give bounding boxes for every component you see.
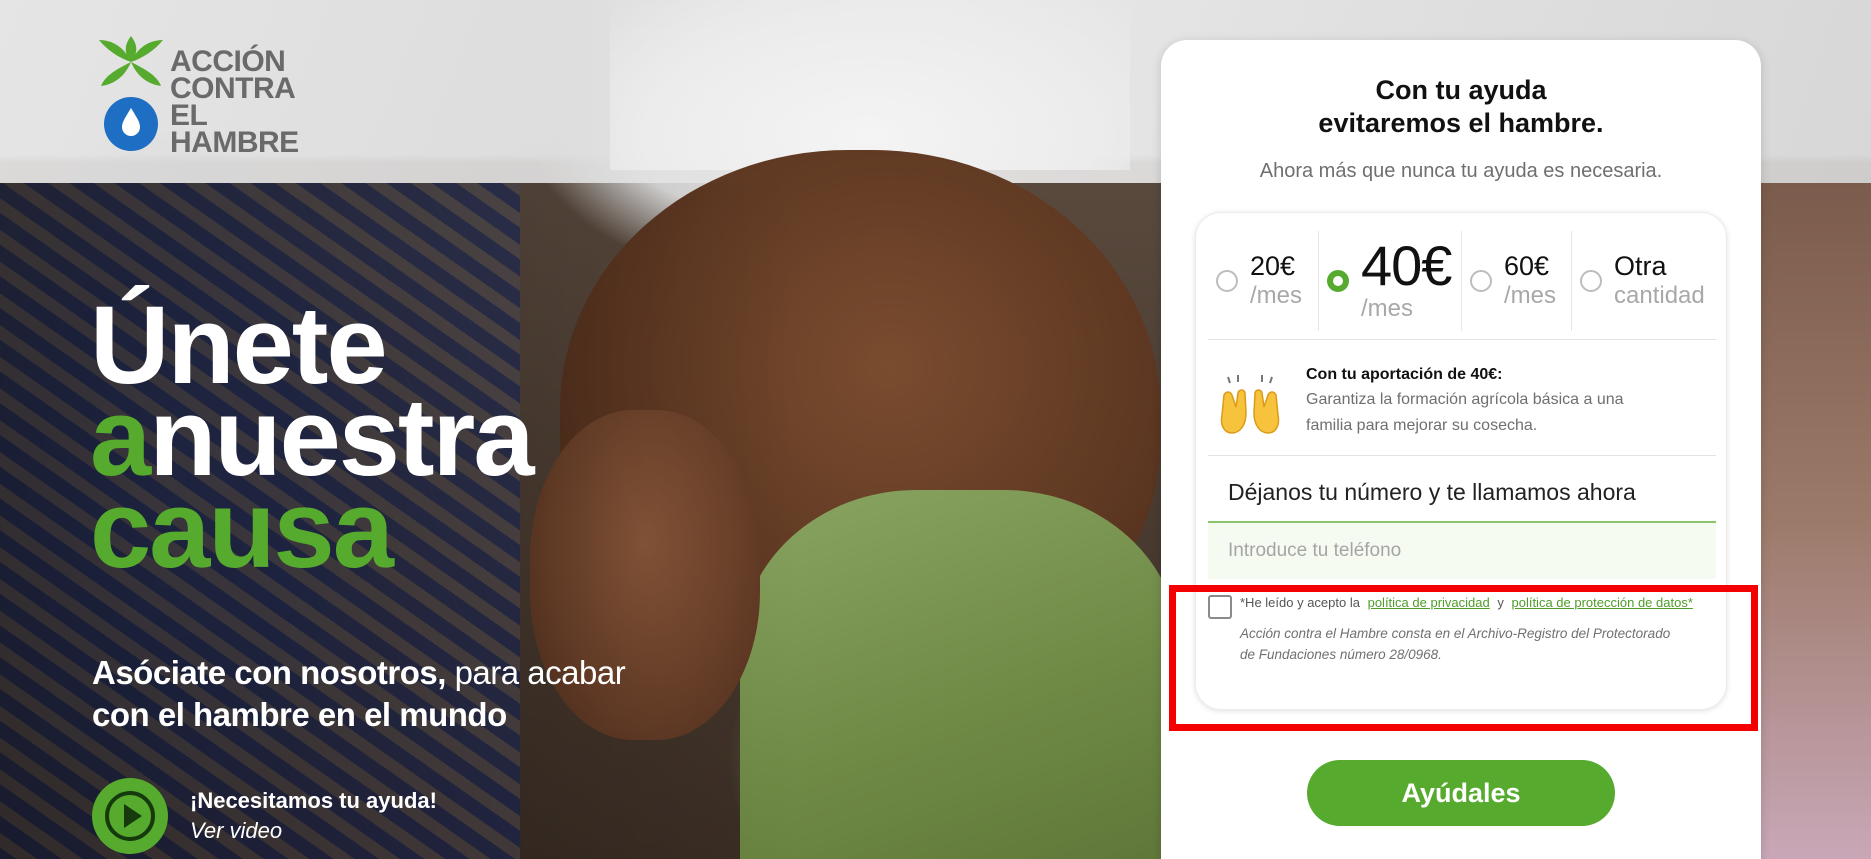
amount-radio-other[interactable]: [1580, 270, 1602, 292]
panel-title-line-1: Con tu ayuda: [1375, 75, 1547, 105]
video-text[interactable]: ¡Necesitamos tu ayuda! Ver video: [190, 786, 437, 846]
privacy-policy-link[interactable]: política de privacidad: [1368, 595, 1490, 610]
panel-subtitle: Ahora más que nunca tu ayuda es necesari…: [1259, 160, 1663, 182]
donation-card: 20€ /mes 40€ /mes 60€ /mes Otra cantidad…: [1195, 212, 1727, 710]
amount-period: cantidad: [1614, 282, 1705, 309]
play-icon: [105, 791, 155, 841]
brand-logo[interactable]: ACCIÓN CONTRA EL HAMBRE: [95, 26, 325, 159]
privacy-consent: *He leído y acepto la política de privac…: [1208, 593, 1718, 665]
divider: [1208, 455, 1716, 456]
video-title: ¡Necesitamos tu ayuda!: [190, 788, 437, 813]
subtitle-bold-2: con el hambre en el mundo: [92, 696, 507, 733]
amount-period: /mes: [1361, 295, 1414, 322]
amount-price: 40€: [1361, 234, 1452, 297]
amount-radio-20[interactable]: [1216, 270, 1238, 292]
registry-note: Acción contra el Hambre consta en el Arc…: [1240, 623, 1718, 665]
amount-price: Otra: [1614, 251, 1667, 281]
amount-price: 60€: [1504, 251, 1550, 281]
subtitle-light: para acabar: [445, 654, 626, 691]
impact-heading: Con tu aportación de 40€:: [1306, 366, 1503, 383]
amount-period: /mes: [1250, 282, 1303, 309]
consent-text: *He leído y acepto la política de privac…: [1240, 593, 1697, 613]
registry-note-line-2: de Fundaciones número 28/0968.: [1240, 647, 1442, 662]
video-link-text[interactable]: Ver video: [190, 816, 437, 846]
raised-hands-icon: [1218, 373, 1282, 437]
consent-and: y: [1497, 595, 1504, 610]
subtitle-bold: Asóciate con nosotros,: [92, 654, 446, 691]
amount-radio-60[interactable]: [1470, 270, 1492, 292]
panel-title: Con tu ayuda evitaremos el hambre.: [1161, 74, 1761, 140]
panel-title-line-2: evitaremos el hambre.: [1318, 108, 1604, 138]
divider: [1208, 339, 1716, 340]
amount-options: 20€ /mes 40€ /mes 60€ /mes Otra cantidad: [1196, 231, 1728, 331]
consent-prefix: *He leído y acepto la: [1240, 595, 1360, 610]
amount-option-60[interactable]: 60€ /mes: [1462, 231, 1572, 331]
impact-description-1: Garantiza la formación agrícola básica a…: [1306, 391, 1624, 408]
amount-price: 20€: [1250, 251, 1296, 281]
privacy-checkbox[interactable]: [1208, 595, 1232, 619]
amount-period: /mes: [1504, 282, 1557, 309]
amount-option-40[interactable]: 40€ /mes: [1319, 231, 1462, 331]
hero-subtitle: Asóciate con nosotros, para acabar con e…: [92, 652, 626, 736]
impact-description-2: familia para mejorar su cosecha.: [1306, 417, 1538, 434]
amount-radio-40[interactable]: [1327, 270, 1349, 292]
play-button[interactable]: [92, 778, 168, 854]
impact-info: Con tu aportación de 40€: Garantiza la f…: [1218, 363, 1646, 439]
donation-panel: Con tu ayuda evitaremos el hambre. Ahora…: [1161, 40, 1761, 859]
registry-note-line-1: Acción contra el Hambre consta en el Arc…: [1240, 626, 1671, 641]
hero-headline: Únete anuestra causa: [90, 291, 535, 585]
video-link[interactable]: ¡Necesitamos tu ayuda! Ver video: [92, 778, 437, 854]
phone-input[interactable]: [1208, 521, 1716, 579]
data-protection-link[interactable]: política de protección de datos*: [1511, 595, 1692, 610]
amount-option-20[interactable]: 20€ /mes: [1196, 231, 1319, 331]
amount-option-other[interactable]: Otra cantidad: [1572, 231, 1722, 331]
phone-label: Déjanos tu número y te llamamos ahora: [1228, 479, 1636, 505]
logo-text: ACCIÓN CONTRA EL HAMBRE: [170, 45, 299, 159]
donate-button[interactable]: Ayúdales: [1307, 760, 1615, 826]
logo-leaf-drop-icon: [99, 36, 163, 151]
